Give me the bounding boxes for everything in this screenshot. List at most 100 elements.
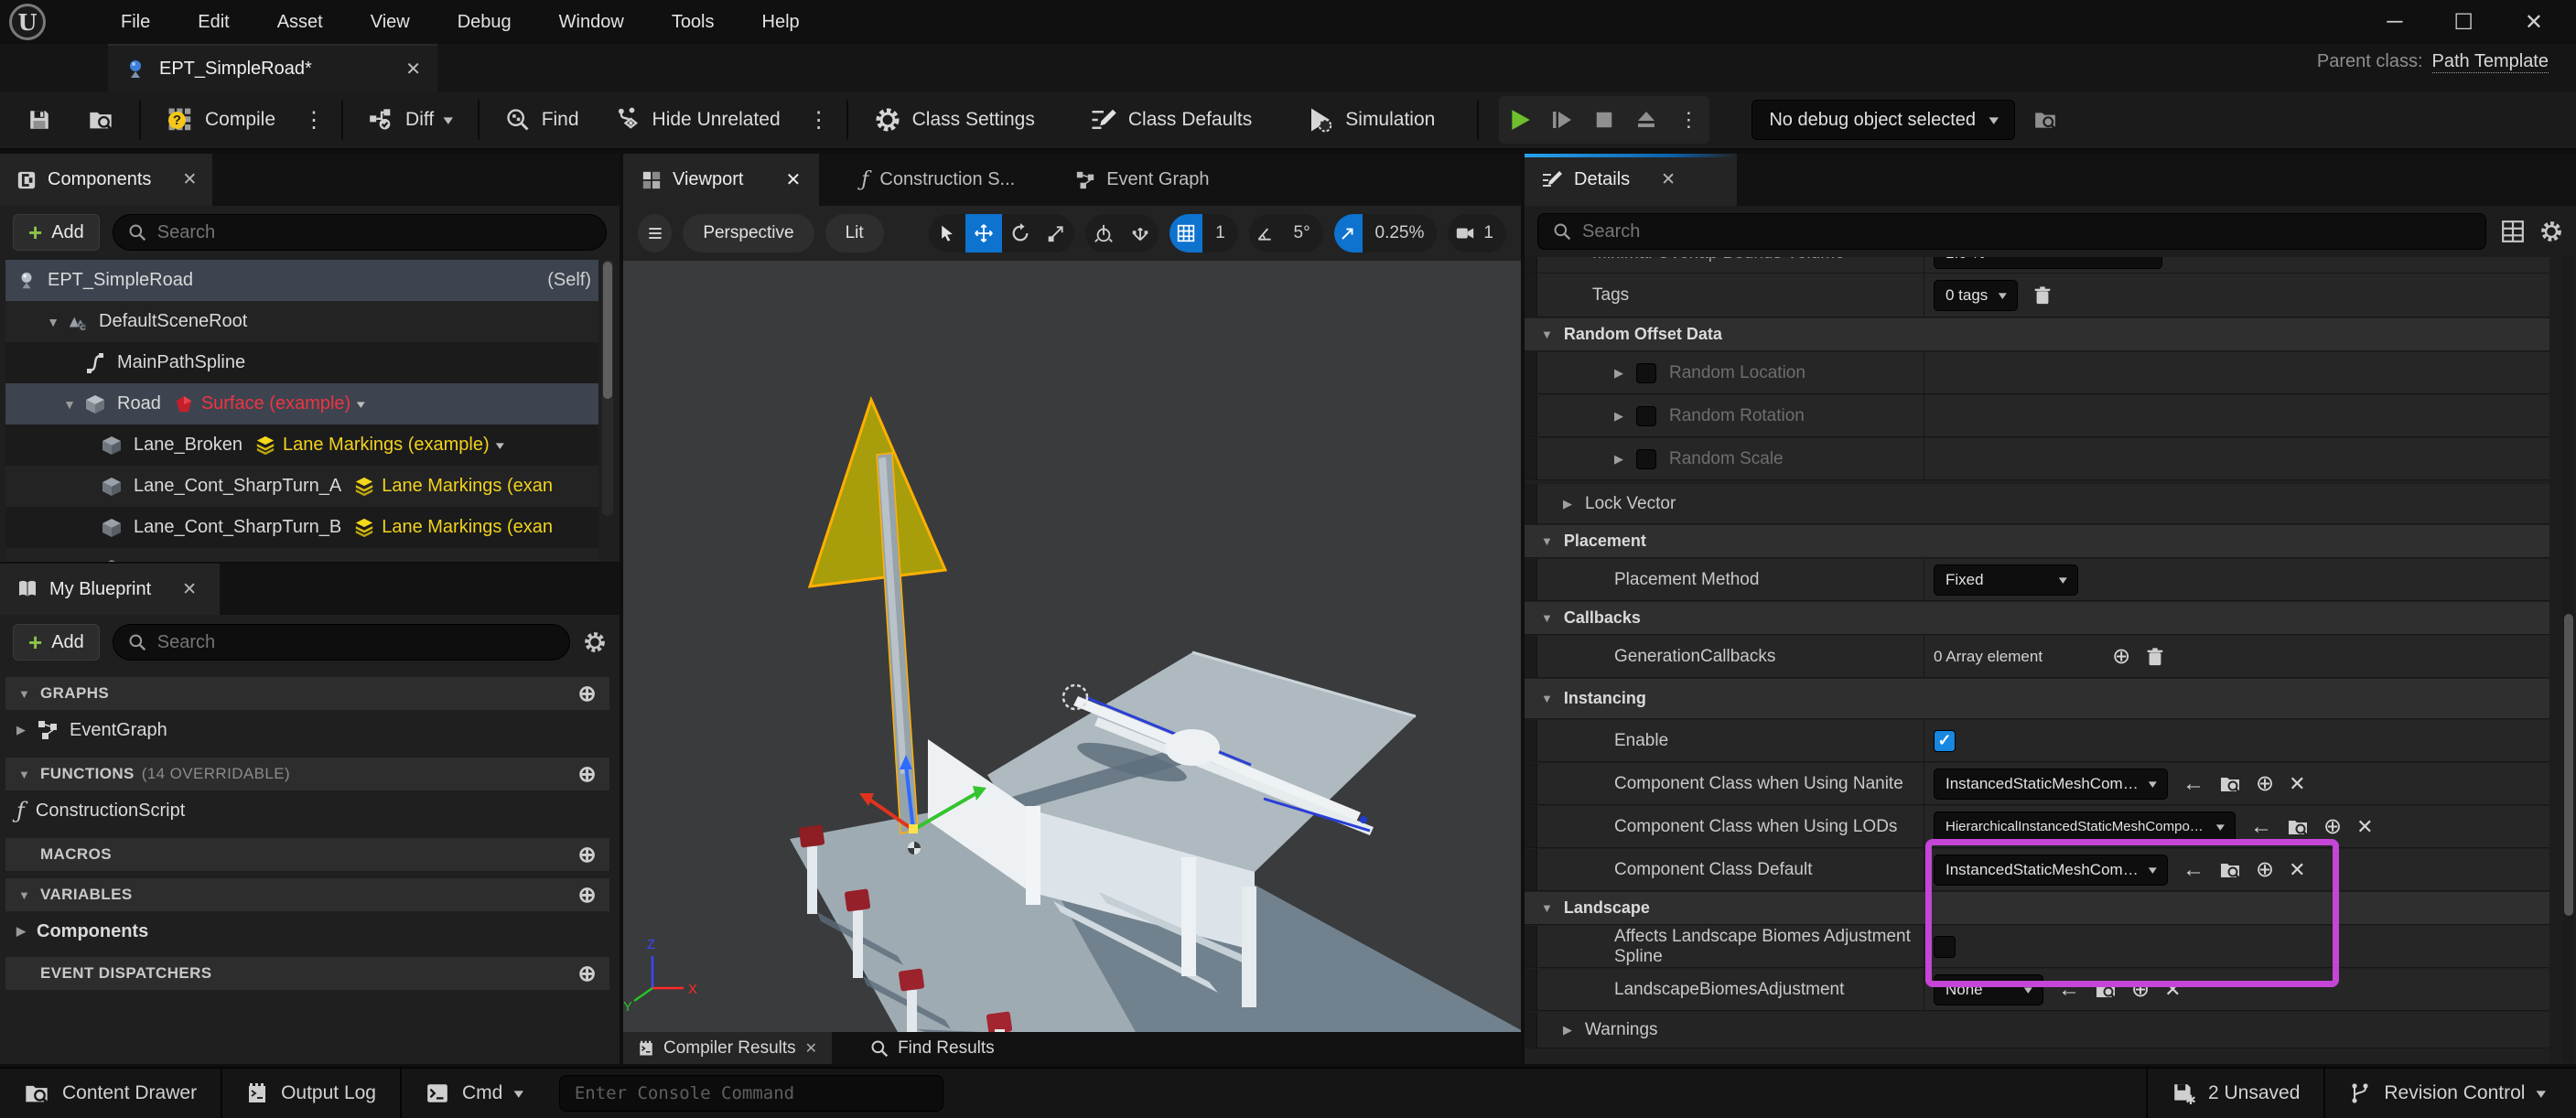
scale-snap-value[interactable]: 0.25% [1363, 214, 1438, 253]
expander-right-icon[interactable]: ▶ [16, 924, 26, 939]
display-filter-icon[interactable] [2501, 220, 2525, 243]
class-defaults-button[interactable]: Class Defaults [1072, 91, 1270, 149]
grid-snap-value[interactable]: 1 [1202, 214, 1238, 253]
scale-tool-icon[interactable] [1039, 214, 1075, 253]
expander-right-icon[interactable]: ▶ [16, 723, 26, 737]
lit-select[interactable]: Lit [825, 214, 884, 253]
category-callbacks[interactable]: ▼ Callbacks [1525, 602, 2549, 635]
category-random-offset-data[interactable]: ▼ Random Offset Data [1525, 318, 2549, 351]
property-row-random-scale[interactable]: ▶Random Scale [1525, 438, 2549, 480]
expander-right-icon[interactable]: ▶ [1614, 366, 1623, 381]
plus-circle-icon[interactable]: ⊕ [2256, 770, 2274, 797]
world-space-icon[interactable] [1085, 214, 1122, 253]
components-search[interactable] [113, 214, 607, 251]
use-selected-asset-icon[interactable]: ← [2250, 814, 2272, 840]
expander-down-icon[interactable]: ▼ [18, 687, 40, 701]
revision-control-button[interactable]: Revision Control ▾ [2325, 1068, 2576, 1118]
add-function-icon[interactable]: ⊕ [577, 761, 597, 788]
property-row-component-class-nanite[interactable]: Component Class when Using Nanite Instan… [1525, 763, 2549, 805]
console-command-input[interactable] [575, 1083, 928, 1103]
expander-down-icon[interactable]: ▼ [60, 397, 79, 412]
tab-find-results[interactable]: Find Results [856, 1032, 1009, 1064]
add-graph-icon[interactable]: ⊕ [577, 681, 597, 707]
item-eventgraph[interactable]: ▶ EventGraph [5, 710, 609, 750]
compile-options-kebab-icon[interactable]: ⋮ [294, 107, 334, 134]
window-close-icon[interactable]: ✕ [2525, 9, 2543, 36]
component-row-road[interactable]: ▼ Road Surface (example) ▾ [5, 383, 598, 425]
use-selected-asset-icon[interactable]: ← [2183, 857, 2204, 883]
debug-object-select[interactable]: No debug object selected ▾ [1751, 100, 2014, 140]
gear-icon[interactable] [583, 630, 607, 654]
browse-asset-button[interactable] [70, 91, 132, 149]
window-maximize-icon[interactable]: ☐ [2453, 9, 2474, 36]
my-blueprint-add-button[interactable]: + Add [13, 624, 100, 661]
property-row-generationcallbacks[interactable]: GenerationCallbacks 0 Array element ⊕ [1525, 636, 2549, 678]
section-event-dispatchers[interactable]: EVENT DISPATCHERS ⊕ [5, 957, 609, 990]
clear-icon[interactable]: ✕ [2289, 772, 2305, 796]
select-tool-icon[interactable] [929, 214, 965, 253]
component-row-self[interactable]: EPT_SimpleRoad (Self) [5, 260, 598, 301]
components-panel-tab[interactable]: Components ✕ [0, 154, 212, 206]
add-variable-icon[interactable]: ⊕ [577, 882, 597, 908]
plus-circle-icon[interactable]: ⊕ [2131, 976, 2150, 1003]
section-functions[interactable]: ▼ FUNCTIONS (14 OVERRIDABLE) ⊕ [5, 758, 609, 790]
property-row-component-class-default[interactable]: Component Class Default InstancedStaticM… [1525, 849, 2549, 891]
my-blueprint-search-input[interactable] [157, 632, 555, 653]
minimal-overlap-value[interactable]: 1.0 % [1934, 257, 2162, 269]
expander-right-icon[interactable]: ▶ [1563, 1023, 1572, 1037]
window-minimize-icon[interactable]: ─ [2387, 9, 2402, 35]
property-row-enable[interactable]: Enable ✓ [1525, 720, 2549, 762]
my-blueprint-search[interactable] [113, 624, 570, 661]
landscapebiomesadjustment-dropdown[interactable]: None▾ [1934, 974, 2043, 1005]
component-row-lane-broken[interactable]: Lane_Broken Lane Markings (example) ▾ [5, 425, 598, 466]
category-landscape[interactable]: ▼ Landscape [1525, 892, 2549, 925]
component-row-partial[interactable]: • • • • • [5, 548, 598, 562]
browse-to-asset-icon[interactable] [2219, 773, 2241, 795]
plus-circle-icon[interactable]: ⊕ [2256, 856, 2274, 883]
asset-tab-ept-simpleroad[interactable]: EPT_SimpleRoad* ✕ [108, 44, 437, 91]
class-settings-button[interactable]: Class Settings [856, 91, 1053, 149]
tab-construction-script[interactable]: ƒ Construction S... [843, 154, 1033, 206]
tab-event-graph[interactable]: Event Graph [1057, 154, 1227, 206]
scale-snap-icon[interactable] [1334, 214, 1363, 253]
menu-help[interactable]: Help [738, 0, 824, 44]
expander-right-icon[interactable]: ▶ [1614, 409, 1623, 424]
simulation-button[interactable]: Simulation [1288, 91, 1453, 149]
menu-window[interactable]: Window [535, 0, 648, 44]
section-macros[interactable]: MACROS ⊕ [5, 838, 609, 871]
random-scale-checkbox[interactable] [1636, 449, 1656, 469]
details-settings-gear-icon[interactable] [2539, 220, 2563, 243]
menu-debug[interactable]: Debug [434, 0, 535, 44]
browse-to-asset-icon[interactable] [2095, 979, 2117, 1001]
camera-speed-icon[interactable] [1448, 214, 1482, 253]
viewport-3d-scene[interactable]: Z X Y [623, 261, 1521, 1032]
expander-down-icon[interactable]: ▼ [18, 888, 40, 902]
use-selected-asset-icon[interactable]: ← [2183, 771, 2204, 797]
property-row-component-class-lods[interactable]: Component Class when Using LODs Hierarch… [1525, 806, 2549, 848]
frame-skip-button[interactable] [1541, 96, 1583, 144]
clear-icon[interactable]: ✕ [2356, 815, 2373, 839]
tags-dropdown[interactable]: 0 tags▾ [1934, 280, 2018, 311]
browse-to-asset-icon[interactable] [2219, 859, 2241, 881]
component-row-mainpathspline[interactable]: MainPathSpline [5, 342, 598, 383]
material-override-lane-markings[interactable]: Lane Markings (exan [354, 517, 553, 538]
grid-snap-icon[interactable] [1169, 214, 1202, 253]
property-row-random-rotation[interactable]: ▶Random Rotation [1525, 395, 2549, 437]
component-class-lods-dropdown[interactable]: HierarchicalInstancedStaticMeshComponent… [1934, 812, 2236, 843]
parent-class-link[interactable]: Path Template [2432, 51, 2549, 73]
random-location-checkbox[interactable] [1636, 363, 1656, 383]
details-tab-close-icon[interactable]: ✕ [1661, 169, 1676, 190]
trash-icon[interactable] [2145, 647, 2165, 667]
property-row-minimal-overlap[interactable]: Minimal Overlap Bounds Volume 1.0 % [1525, 257, 2549, 274]
component-class-default-dropdown[interactable]: InstancedStaticMeshComponent▾ [1934, 855, 2168, 886]
snap-axes-icon[interactable] [1122, 214, 1159, 253]
perspective-select[interactable]: Perspective [683, 214, 814, 253]
expander-right-icon[interactable]: ▶ [1563, 497, 1572, 511]
component-row-defaultsceneroot[interactable]: ▼ C DefaultSceneRoot [5, 301, 598, 342]
console-command-field[interactable] [559, 1075, 943, 1112]
details-scrollbar[interactable] [2563, 257, 2574, 1062]
property-row-tags[interactable]: Tags 0 tags▾ [1525, 274, 2549, 317]
trash-icon[interactable] [2032, 285, 2053, 306]
component-class-nanite-dropdown[interactable]: InstancedStaticMeshComponent▾ [1934, 769, 2168, 800]
hide-unrelated-button[interactable]: Hide Unrelated [598, 91, 799, 149]
